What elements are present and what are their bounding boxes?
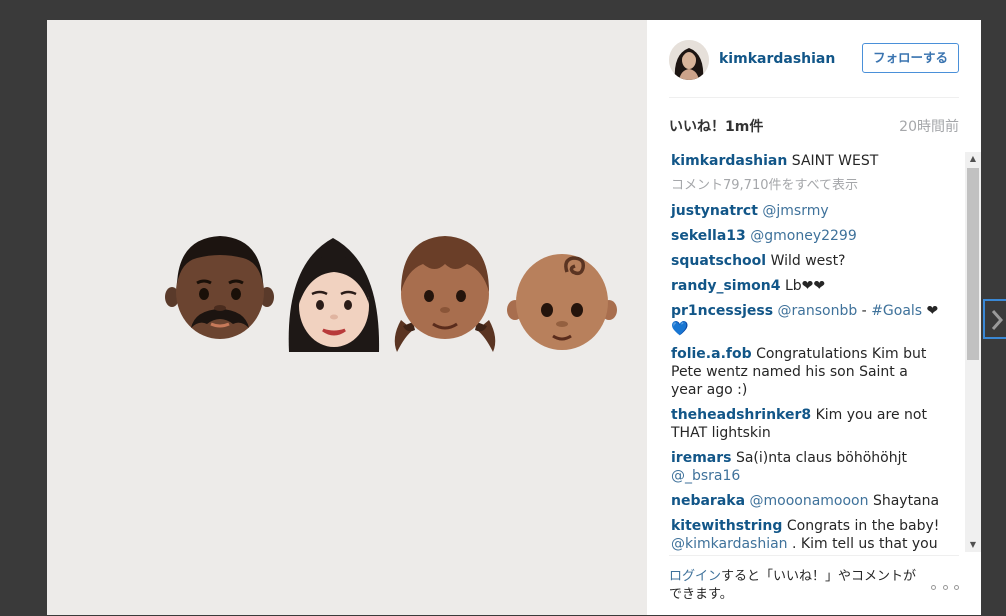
- comment-mention-link[interactable]: @gmoney2299: [750, 228, 857, 244]
- mother-emoji: [288, 238, 380, 352]
- post-sidebar: kimkardashian フォローする いいね！1m件 20時間前 kimka…: [647, 20, 981, 615]
- comment-item: sekella13 @gmoney2299: [671, 227, 941, 245]
- comment-text: Congrats in the baby!: [786, 518, 940, 534]
- caption-text: SAINT WEST: [791, 153, 879, 169]
- comments-scrollbar[interactable]: ▲ ▼: [965, 152, 981, 552]
- comment-username[interactable]: folie.a.fob: [671, 346, 752, 362]
- post-stats: いいね！1m件 20時間前: [669, 116, 959, 136]
- likes-count: いいね！1m件: [669, 119, 764, 135]
- comment-mention-link[interactable]: @jmsrmy: [762, 203, 828, 219]
- comment-username[interactable]: theheadshrinker8: [671, 407, 811, 423]
- comment-text: Sa(i)nta claus böhöhöhjt: [735, 450, 907, 466]
- more-options-icon[interactable]: [931, 579, 959, 595]
- view-all-comments-link[interactable]: コメント79,710件をすべて表示: [671, 177, 941, 195]
- chevron-right-icon: [991, 310, 1004, 330]
- comment-mention-link[interactable]: @_bsra16: [671, 468, 740, 484]
- comment-username[interactable]: randy_simon4: [671, 278, 781, 294]
- next-post-button[interactable]: [983, 299, 1006, 339]
- timestamp[interactable]: 20時間前: [899, 116, 959, 136]
- comment-item: pr1ncessjess @ransonbb - #Goals ❤💙: [671, 302, 941, 338]
- comment-username[interactable]: sekella13: [671, 228, 746, 244]
- comment-username[interactable]: kitewithstring: [671, 518, 782, 534]
- comment-username[interactable]: squatschool: [671, 253, 766, 269]
- baby-emoji: [507, 254, 617, 350]
- comment-username[interactable]: iremars: [671, 450, 731, 466]
- comments-list: kimkardashian SAINT WEST コメント79,710件をすべて…: [671, 152, 941, 552]
- comment-item: justynatrct @jmsrmy: [671, 202, 941, 220]
- comment-item: kitewithstring Congrats in the baby! @ki…: [671, 517, 941, 552]
- comment-item: folie.a.fob Congratulations Kim but Pete…: [671, 345, 941, 399]
- comment-item: nebaraka @mooonamooon Shaytana: [671, 492, 941, 510]
- post-modal: kimkardashian フォローする いいね！1m件 20時間前 kimka…: [47, 20, 981, 615]
- follow-button[interactable]: フォローする: [862, 43, 959, 73]
- scroll-up-arrow-icon[interactable]: ▲: [965, 152, 981, 166]
- scroll-thumb[interactable]: [967, 168, 979, 360]
- caption: kimkardashian SAINT WEST: [671, 152, 941, 170]
- comment-mention-link[interactable]: @kimkardashian: [671, 536, 788, 552]
- comment-hashtag-link[interactable]: #Goals: [871, 303, 922, 319]
- post-image[interactable]: [47, 20, 647, 615]
- comment-username[interactable]: nebaraka: [671, 493, 745, 509]
- comment-item: squatschool Wild west?: [671, 252, 941, 270]
- comment-text: Lb❤❤: [784, 278, 826, 294]
- emoji-family-image: [165, 236, 617, 352]
- comment-username[interactable]: pr1ncessjess: [671, 303, 773, 319]
- daughter-emoji: [394, 236, 496, 352]
- username-link[interactable]: kimkardashian: [719, 51, 835, 67]
- avatar[interactable]: [669, 40, 709, 80]
- comment-mention-link[interactable]: @ransonbb: [778, 303, 858, 319]
- post-header: kimkardashian フォローする: [669, 20, 959, 98]
- post-footer: ログインすると「いいね！」やコメントができます。: [669, 555, 959, 616]
- login-link[interactable]: ログイン: [669, 569, 721, 584]
- comment-text: -: [857, 303, 872, 319]
- comment-username[interactable]: justynatrct: [671, 203, 758, 219]
- comment-item: randy_simon4 Lb❤❤: [671, 277, 941, 295]
- comment-text: Wild west?: [770, 253, 846, 269]
- comment-text: Shaytana: [868, 493, 940, 509]
- father-emoji: [165, 236, 274, 339]
- login-prompt: ログインすると「いいね！」やコメントができます。: [669, 568, 921, 604]
- comment-item: theheadshrinker8 Kim you are not THAT li…: [671, 406, 941, 442]
- comments-panel[interactable]: kimkardashian SAINT WEST コメント79,710件をすべて…: [647, 152, 981, 552]
- caption-username[interactable]: kimkardashian: [671, 153, 787, 169]
- scroll-down-arrow-icon[interactable]: ▼: [965, 538, 981, 552]
- comment-item: iremars Sa(i)nta claus böhöhöhjt @_bsra1…: [671, 449, 941, 485]
- comment-mention-link[interactable]: @mooonamooon: [750, 493, 869, 509]
